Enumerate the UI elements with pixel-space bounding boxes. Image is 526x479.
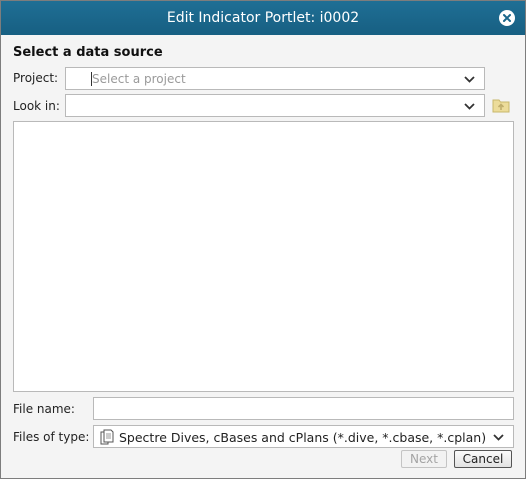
file-list[interactable] — [13, 121, 514, 392]
filename-input[interactable] — [93, 397, 514, 420]
chevron-down-icon[interactable] — [492, 431, 505, 444]
filetype-select[interactable]: Spectre Dives, cBases and cPlans (*.dive… — [93, 425, 514, 448]
lookin-select[interactable] — [65, 94, 485, 117]
project-select[interactable]: Select a project — [65, 67, 485, 90]
cancel-button[interactable]: Cancel — [454, 450, 512, 468]
filename-label: File name: — [13, 402, 75, 416]
lookin-label: Look in: — [13, 99, 60, 113]
chevron-down-icon[interactable] — [463, 73, 476, 86]
next-button[interactable]: Next — [401, 450, 447, 468]
documents-icon — [100, 429, 114, 445]
edit-indicator-portlet-dialog: Edit Indicator Portlet: i0002 Select a d… — [0, 0, 526, 479]
dialog-titlebar[interactable]: Edit Indicator Portlet: i0002 — [1, 1, 525, 35]
folder-up-icon[interactable] — [492, 97, 510, 113]
section-heading: Select a data source — [13, 45, 163, 60]
project-placeholder: Select a project — [92, 72, 186, 86]
filetype-label: Files of type: — [13, 430, 90, 444]
dialog-title: Edit Indicator Portlet: i0002 — [166, 10, 360, 26]
chevron-down-icon[interactable] — [463, 100, 476, 113]
filetype-value: Spectre Dives, cBases and cPlans (*.dive… — [119, 430, 487, 445]
close-icon[interactable] — [499, 10, 515, 26]
project-label: Project: — [13, 71, 59, 85]
